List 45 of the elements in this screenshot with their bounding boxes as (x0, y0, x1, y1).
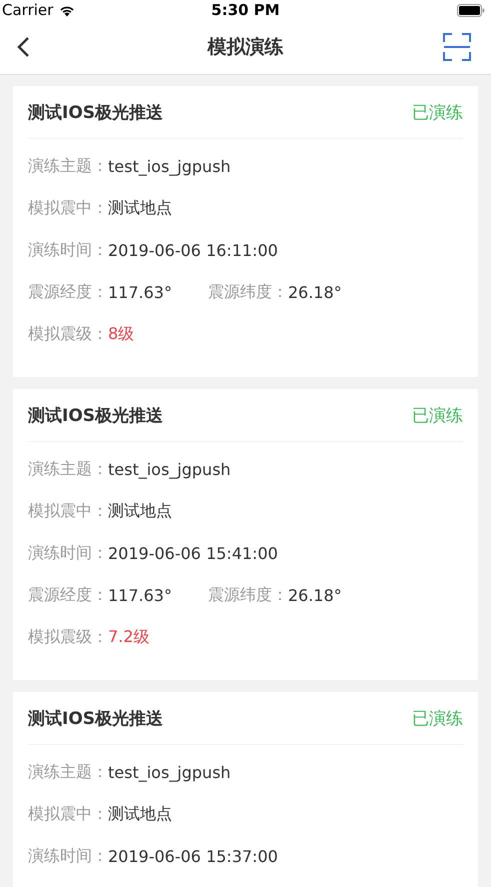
field-label: 模拟震中： (28, 804, 108, 824)
field-label: 模拟震中： (28, 198, 108, 218)
field-value: 2019-06-06 15:37:00 (108, 846, 278, 866)
field-label: 演练主题： (28, 762, 108, 782)
scan-icon[interactable] (443, 33, 471, 61)
battery-icon (457, 4, 485, 16)
drill-status: 已演练 (412, 708, 463, 730)
field-value: 26.18° (288, 282, 342, 302)
field-value: 2019-06-06 16:11:00 (108, 240, 278, 260)
field-value: 测试地点 (108, 500, 172, 522)
drill-card[interactable]: 测试IOS极光推送 已演练 演练主题：test_ios_jgpush 模拟震中：测试地点 演练时间：2019-06-06 16:11:00 震源经度：117.63° 震源纬度：26.18° 模拟震级：8级 (13, 86, 478, 377)
drill-status: 已演练 (412, 102, 463, 124)
field-value: 117.63° (108, 282, 172, 302)
field-label: 模拟震级： (28, 324, 108, 344)
field-label: 模拟震中： (28, 500, 108, 522)
status-time: 5:30 PM (211, 1, 280, 19)
field-label: 演练主题： (28, 458, 108, 480)
field-value: test_ios_jgpush (108, 156, 231, 176)
field-value: 117.63° (108, 586, 172, 604)
field-label: 演练时间： (28, 542, 108, 564)
field-label: 演练主题： (28, 156, 108, 176)
field-value: 测试地点 (108, 198, 172, 218)
field-value: test_ios_jgpush (108, 762, 231, 782)
drill-card[interactable]: 测试IOS极光推送 已演练 演练主题：test_ios_jgpush 模拟震中：测试地点 演练时间：2019-06-06 15:41:00 震源经度：117.63° 震源纬度：26.18° 模拟震级：7.2级 (13, 389, 478, 680)
field-label: 演练时间： (28, 240, 108, 260)
field-label: 模拟震级： (28, 626, 108, 648)
drill-title: 测试IOS极光推送 (28, 404, 164, 426)
carrier-label: Carrier (2, 1, 54, 19)
field-label: 震源纬度： (208, 584, 288, 606)
drill-title: 测试IOS极光推送 (28, 708, 164, 730)
field-value: 2019-06-06 15:41:00 (108, 544, 278, 562)
field-label: 演练时间： (28, 846, 108, 866)
drill-status: 已演练 (412, 404, 463, 426)
field-value: 7.2级 (108, 626, 150, 648)
page-title: 模拟演练 (208, 35, 284, 60)
back-icon[interactable] (16, 36, 30, 58)
field-label: 震源纬度： (208, 282, 288, 302)
field-label: 震源经度： (28, 584, 108, 606)
field-value: 测试地点 (108, 804, 172, 824)
field-value: 8级 (108, 324, 134, 344)
drill-card[interactable]: 测试IOS极光推送 已演练 演练主题：test_ios_jgpush 模拟震中：测试地点 演练时间：2019-06-06 15:37:00 (13, 692, 478, 887)
drill-title: 测试IOS极光推送 (28, 102, 164, 124)
field-value: 26.18° (288, 586, 342, 604)
field-label: 震源经度： (28, 282, 108, 302)
field-value: test_ios_jgpush (108, 460, 231, 478)
